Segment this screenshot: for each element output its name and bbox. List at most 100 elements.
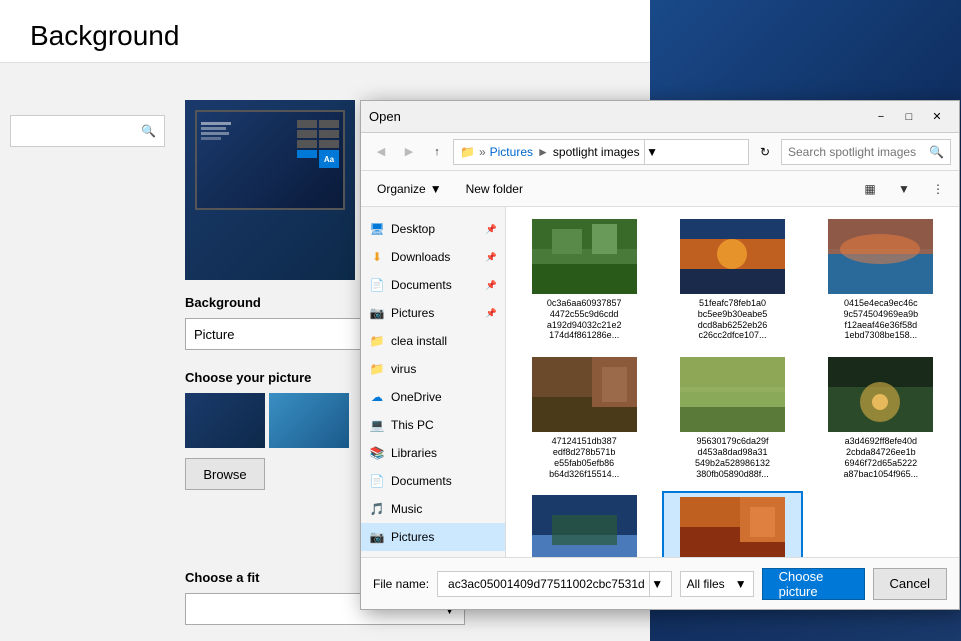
file-thumb-svg-2	[680, 219, 785, 294]
tile-bar-2	[319, 120, 339, 128]
forward-button[interactable]: ▶	[397, 140, 421, 164]
bar-1	[201, 122, 231, 125]
page-title: Background	[30, 20, 620, 52]
file-name-4: 47124151db387edf8d278b571be55fab05efb86b…	[549, 436, 619, 479]
tile-bar-6	[319, 140, 339, 148]
file-item-2[interactable]: 51feafc78feb1a0bc5ee9b30eabe5dcd8ab6252e…	[662, 215, 802, 345]
tile-bar-5	[297, 140, 317, 148]
path-spotlight: spotlight images	[553, 145, 640, 159]
file-item-8[interactable]: ac3ac050014097511002cbc753024042ff27d461…	[662, 491, 802, 557]
file-thumb-8	[680, 497, 785, 557]
picture-thumb-1[interactable]	[185, 393, 265, 448]
file-thumb-svg-8	[680, 497, 785, 557]
dialog-minimize-button[interactable]: −	[867, 103, 895, 131]
dialog-bottom: File name: ac3ac05001409d77511002cbc7531…	[361, 557, 959, 609]
file-thumb-4	[532, 357, 637, 432]
sidebar-label-documents2: Documents	[391, 474, 452, 488]
dialog-sidebar: 🖥 Desktop 📌 ⬇ Downloads 📌 📄 Documents 📌 …	[361, 207, 506, 557]
sidebar-item-downloads[interactable]: ⬇ Downloads 📌	[361, 243, 505, 271]
file-thumb-2	[680, 219, 785, 294]
file-thumb-7	[532, 495, 637, 557]
file-thumb-svg-7	[532, 495, 637, 557]
sidebar-label-libraries: Libraries	[391, 446, 437, 460]
file-item-7[interactable]: a7066aa64d72fe52071a64cd5e837ff7e8ac766d…	[514, 491, 654, 557]
file-item-6[interactable]: a3d4692ff8efe40d2cbda84726ee1b6946f72d65…	[811, 353, 951, 483]
choose-picture-button[interactable]: Choose picture	[762, 568, 865, 600]
preview-screen: Aa	[195, 110, 345, 210]
new-folder-label: New folder	[466, 182, 523, 196]
filetype-label: All files	[687, 577, 725, 591]
dialog-titlebar: Open − □ ✕	[361, 101, 959, 133]
view-details-button[interactable]: ⋮	[925, 176, 951, 202]
organize-button[interactable]: Organize ▼	[369, 176, 450, 202]
sidebar-label-pictures: Pictures	[391, 306, 434, 320]
file-item-3[interactable]: 0415e4eca9ec46c9c574504969ea9bf12aeaf46e…	[811, 215, 951, 345]
file-thumb-svg-5	[680, 357, 785, 432]
filename-label: File name:	[373, 577, 429, 591]
sidebar-item-onedrive[interactable]: ☁ OneDrive	[361, 383, 505, 411]
path-separator-2: ►	[537, 145, 549, 159]
browse-button[interactable]: Browse	[185, 458, 265, 490]
search-input[interactable]	[19, 124, 141, 138]
desktop-icon: 🖥	[369, 221, 385, 237]
file-thumb-1	[532, 219, 637, 294]
pictures2-icon: 📷	[369, 529, 385, 545]
dialog-maximize-button[interactable]: □	[895, 103, 923, 131]
sidebar-item-documents2[interactable]: 📄 Documents	[361, 467, 505, 495]
file-thumb-6	[828, 357, 933, 432]
dialog-content: 🖥 Desktop 📌 ⬇ Downloads 📌 📄 Documents 📌 …	[361, 207, 959, 557]
new-folder-button[interactable]: New folder	[458, 176, 531, 202]
sidebar-item-desktop[interactable]: 🖥 Desktop 📌	[361, 215, 505, 243]
folder-icon: 📁	[460, 145, 475, 159]
filename-dropdown[interactable]: ▼	[649, 571, 665, 597]
sidebar-item-this-pc[interactable]: 💻 This PC	[361, 411, 505, 439]
sidebar-label-downloads: Downloads	[391, 250, 450, 264]
file-thumb-3	[828, 219, 933, 294]
filename-input[interactable]: ac3ac05001409d77511002cbc7531d ▼	[437, 571, 672, 597]
preview-bars	[201, 122, 231, 140]
bar-2	[201, 127, 226, 130]
file-name-1: 0c3a6aa609378574472c55c9d6cdda192d94032c…	[547, 298, 622, 341]
filetype-dropdown-icon: ▼	[735, 577, 747, 591]
dialog-toolbar: Organize ▼ New folder ▦ ▼ ⋮	[361, 171, 959, 207]
dialog-addressbar: ◀ ▶ ↑ 📁 » Pictures ► spotlight images ▼ …	[361, 133, 959, 171]
address-dropdown[interactable]: ▼	[644, 139, 660, 165]
sidebar-item-videos[interactable]: 🎥 Videos	[361, 551, 505, 557]
search-field: 🔍	[781, 139, 951, 165]
address-path[interactable]: 📁 » Pictures ► spotlight images ▼	[453, 139, 749, 165]
dialog-close-button[interactable]: ✕	[923, 103, 951, 131]
file-item-4[interactable]: 47124151db387edf8d278b571be55fab05efb86b…	[514, 353, 654, 483]
monitor-preview: Aa	[195, 110, 345, 270]
dialog-window-buttons: − □ ✕	[867, 103, 951, 131]
refresh-button[interactable]: ↻	[753, 140, 777, 164]
file-name-3: 0415e4eca9ec46c9c574504969ea9bf12aeaf46e…	[844, 298, 919, 341]
background-preview: Aa	[185, 100, 355, 280]
sidebar-item-libraries[interactable]: 📚 Libraries	[361, 439, 505, 467]
filetype-select[interactable]: All files ▼	[680, 571, 754, 597]
cancel-button[interactable]: Cancel	[873, 568, 947, 600]
sidebar-item-documents[interactable]: 📄 Documents 📌	[361, 271, 505, 299]
path-pictures[interactable]: Pictures	[490, 145, 533, 159]
sidebar-item-virus[interactable]: 📁 virus	[361, 355, 505, 383]
pc-icon: 💻	[369, 417, 385, 433]
picture-thumb-2[interactable]	[269, 393, 349, 448]
file-item-1[interactable]: 0c3a6aa609378574472c55c9d6cdda192d94032c…	[514, 215, 654, 345]
sidebar-label-clea: clea install	[391, 334, 447, 348]
dialog-search-input[interactable]	[788, 145, 929, 159]
sidebar-item-pictures[interactable]: 📷 Pictures 📌	[361, 299, 505, 327]
tile-aa: Aa	[319, 150, 339, 168]
sidebar-item-pictures2[interactable]: 📷 Pictures	[361, 523, 505, 551]
view-thumbnails-button[interactable]: ▦	[857, 176, 883, 202]
file-item-5[interactable]: 95630179c6da29fd453a8dad98a31549b2a52898…	[662, 353, 802, 483]
file-thumb-svg-4	[532, 357, 637, 432]
up-button[interactable]: ↑	[425, 140, 449, 164]
preview-tiles: Aa	[297, 120, 339, 168]
documents2-icon: 📄	[369, 473, 385, 489]
sidebar-item-clea-install[interactable]: 📁 clea install	[361, 327, 505, 355]
sidebar-item-music[interactable]: 🎵 Music	[361, 495, 505, 523]
back-button[interactable]: ◀	[369, 140, 393, 164]
pin-icon-downloads: 📌	[486, 252, 497, 263]
view-dropdown-button[interactable]: ▼	[891, 176, 917, 202]
path-separator-1: »	[479, 145, 486, 159]
sidebar-label-this-pc: This PC	[391, 418, 434, 432]
